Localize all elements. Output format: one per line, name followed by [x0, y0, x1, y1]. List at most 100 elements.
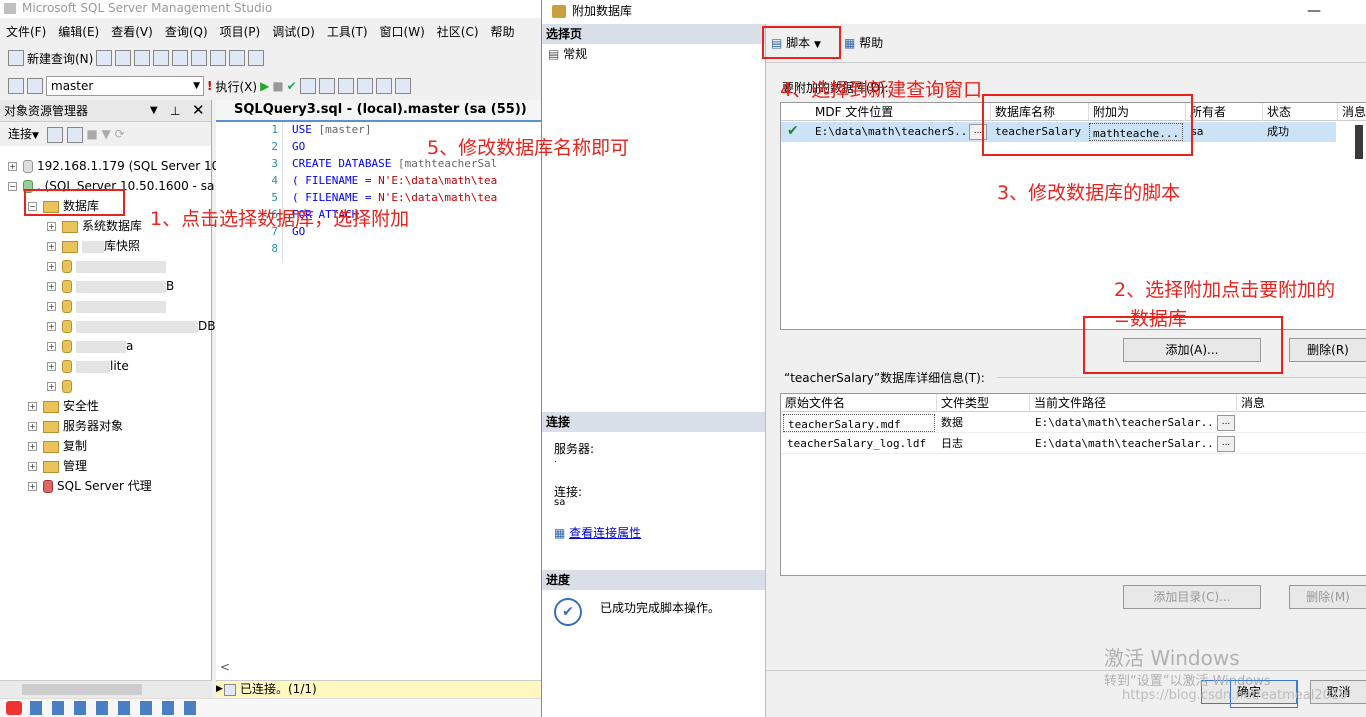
connect-icon[interactable] [8, 78, 24, 94]
ime-logo-icon[interactable] [6, 701, 22, 715]
filter-icon[interactable]: ▼ [102, 127, 111, 141]
print-icon[interactable] [229, 50, 246, 66]
query-options-icon[interactable] [318, 78, 335, 94]
new-query-button[interactable]: 新建查询(N) [27, 50, 93, 67]
save-icon[interactable] [210, 50, 227, 66]
change-connection-icon[interactable] [27, 78, 43, 94]
col-details-message[interactable]: 消息 [1237, 394, 1366, 412]
col-mdf[interactable]: MDF 文件位置 [811, 103, 991, 121]
new-file-icon[interactable] [96, 50, 113, 66]
ime-tool-icons[interactable] [30, 701, 200, 715]
tab-sqlquery3[interactable]: SQLQuery3.sql - (local).master (sa (55)) [216, 100, 545, 122]
remove-button[interactable]: 删除(R) [1289, 338, 1366, 362]
col-status[interactable]: 状态 [1263, 103, 1338, 121]
connect-icon[interactable] [46, 126, 63, 143]
menu-tools[interactable]: 工具(T) [321, 22, 374, 42]
results-to-grid-icon[interactable] [337, 78, 354, 94]
col-original-name[interactable]: 原始文件名 [781, 394, 937, 412]
menu-help[interactable]: 帮助 [485, 22, 521, 42]
tree-node-system-db[interactable]: + 系统数据库 [47, 216, 142, 236]
menu-debug[interactable]: 调试(D) [266, 22, 321, 42]
col-owner[interactable]: 所有者 [1186, 103, 1263, 121]
menu-query[interactable]: 查询(Q) [159, 22, 214, 42]
disconnect-icon[interactable] [66, 126, 83, 143]
scroll-right-icon[interactable]: ▶ [216, 680, 224, 698]
tree-node-security[interactable]: + 安全性 [28, 396, 99, 416]
close-icon[interactable]: ✕ [192, 99, 205, 121]
expand-icon[interactable]: + [28, 462, 37, 471]
estimated-plan-icon[interactable] [299, 78, 316, 94]
expand-icon[interactable]: + [47, 302, 56, 311]
tree-node-db-2[interactable]: + B [47, 276, 174, 296]
expand-icon[interactable]: + [28, 422, 37, 431]
xmla-query-icon[interactable] [153, 50, 170, 66]
tree-node-db-7[interactable]: + [47, 376, 76, 396]
expand-icon[interactable]: + [8, 162, 17, 171]
expand-icon[interactable]: + [47, 262, 56, 271]
activity-monitor-icon[interactable] [248, 50, 265, 66]
tree-node-db-5[interactable]: + a [47, 336, 133, 356]
debug-icon[interactable]: ▶ [260, 79, 269, 93]
database-selector[interactable]: master ▼ [46, 76, 204, 96]
menu-community[interactable]: 社区(C) [431, 22, 485, 42]
expand-icon[interactable]: + [47, 242, 56, 251]
parse-icon[interactable]: ✔ [287, 79, 297, 93]
scrollbar-thumb[interactable] [22, 684, 142, 695]
open-file-icon[interactable] [191, 50, 208, 66]
tree-node-management[interactable]: + 管理 [28, 456, 87, 476]
expand-icon[interactable]: + [28, 482, 37, 491]
vertical-scrollbar[interactable] [1355, 125, 1363, 159]
dropdown-icon[interactable]: ▼ [150, 100, 158, 122]
results-to-text-icon[interactable] [356, 78, 373, 94]
include-plan-icon[interactable] [394, 78, 411, 94]
expand-icon[interactable]: + [28, 442, 37, 451]
menu-project[interactable]: 项目(P) [214, 22, 267, 42]
table-row[interactable]: teacherSalary.mdf 数据 E:\data\math\teache… [781, 413, 1366, 433]
menu-edit[interactable]: 编辑(E) [52, 22, 105, 42]
browse-button[interactable]: ... [1217, 415, 1235, 431]
horizontal-scrollbar[interactable] [0, 680, 212, 698]
tree-node-replication[interactable]: + 复制 [28, 436, 87, 456]
expand-icon[interactable]: + [47, 282, 56, 291]
menu-file[interactable]: 文件(F) [0, 22, 52, 42]
remove-catalog-button[interactable]: 删除(M) [1289, 585, 1366, 609]
db-engine-query-icon[interactable] [115, 50, 132, 66]
tree-node-db-1[interactable]: + [47, 256, 166, 276]
expand-icon[interactable]: + [47, 342, 56, 351]
tree-node-server1[interactable]: +192.168.1.179 (SQL Server 10 [8, 156, 219, 176]
help-button[interactable]: ▦ 帮助 [844, 32, 883, 54]
expand-icon[interactable]: + [28, 402, 37, 411]
tree-node-db-3[interactable]: + [47, 296, 166, 316]
view-properties-link[interactable]: ▦ 查看连接属性 [554, 524, 641, 541]
tree-node-db-6[interactable]: + lite [47, 356, 129, 376]
table-row[interactable]: teacherSalary_log.ldf 日志 E:\data\math\te… [781, 434, 1366, 454]
analysis-query-icon[interactable] [134, 50, 151, 66]
collapse-icon[interactable]: − [8, 182, 17, 191]
minimize-icon[interactable]: — [1307, 0, 1321, 22]
results-to-file-icon[interactable] [375, 78, 392, 94]
connect-button[interactable]: 连接 [8, 127, 32, 141]
col-message[interactable]: 消息 [1338, 103, 1366, 121]
browse-button[interactable]: ... [1217, 436, 1235, 452]
expand-icon[interactable]: + [47, 222, 56, 231]
compact-query-icon[interactable] [172, 50, 189, 66]
tree-node-server-objects[interactable]: + 服务器对象 [28, 416, 123, 436]
menu-window[interactable]: 窗口(W) [374, 22, 431, 42]
expand-icon[interactable]: + [47, 322, 56, 331]
stop-icon[interactable]: ■ [86, 127, 97, 141]
tree-node-db-4[interactable]: + DB [47, 316, 215, 336]
page-general[interactable]: ▤ 常规 [542, 44, 765, 64]
expand-icon[interactable]: + [47, 362, 56, 371]
col-current-path[interactable]: 当前文件路径 [1030, 394, 1237, 412]
expand-icon[interactable]: + [47, 382, 56, 391]
menu-view[interactable]: 查看(V) [105, 22, 159, 42]
add-catalog-button[interactable]: 添加目录(C)... [1123, 585, 1261, 609]
pin-icon[interactable]: ⊥ [170, 100, 180, 122]
col-file-type[interactable]: 文件类型 [937, 394, 1030, 412]
refresh-icon[interactable]: ⟳ [115, 127, 125, 141]
tree-node-agent[interactable]: + SQL Server 代理 [28, 476, 152, 496]
stop-icon[interactable]: ■ [272, 79, 283, 93]
scroll-left-icon[interactable]: < [220, 660, 230, 674]
execute-button[interactable]: 执行(X) [215, 78, 257, 95]
tree-node-snapshot[interactable]: + 库快照 [47, 236, 140, 256]
